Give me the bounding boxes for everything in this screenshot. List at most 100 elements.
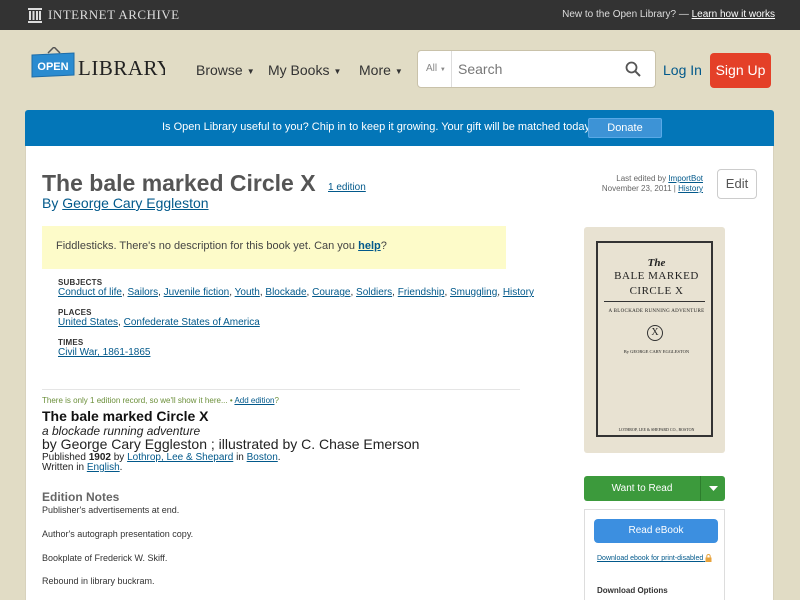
subject-link[interactable]: Sailors [128, 287, 159, 298]
nav-browse[interactable]: Browse ▼ [196, 62, 255, 78]
logo-open-text: OPEN [37, 61, 68, 73]
cover-subtitle: A BLOCKADE RUNNING ADVENTURE [608, 309, 705, 314]
section-divider [42, 389, 520, 390]
no-description-text: Fiddlesticks. There's no description for… [56, 240, 359, 252]
want-to-read-label: Want to Read [611, 483, 673, 494]
logo-library-text: LIBRARY [78, 56, 165, 80]
nav-more[interactable]: More ▼ [359, 62, 403, 78]
author-link[interactable]: George Cary Eggleston [62, 195, 208, 211]
search-input[interactable] [458, 51, 618, 87]
chevron-down-icon: ▼ [246, 66, 255, 76]
subject-link[interactable]: Blockade [265, 287, 306, 298]
place-link[interactable]: Confederate States of America [124, 317, 260, 328]
edition-note: Bookplate of Frederick W. Skiff. [42, 553, 168, 563]
download-print-disabled-link[interactable]: Download ebook for print-disabled [597, 554, 712, 562]
language-link[interactable]: English [87, 462, 120, 473]
new-user-text: New to the Open Library? — [562, 9, 692, 20]
archive-building-icon [28, 7, 42, 23]
subject-link[interactable]: History [503, 287, 534, 298]
search-box: All ▼ [417, 50, 656, 88]
edition-title: The bale marked Circle X [42, 408, 209, 424]
read-ebook-button[interactable]: Read eBook [594, 519, 718, 543]
cover-the: The [647, 257, 666, 269]
book-page-content: The bale marked Circle X 1 edition By Ge… [25, 146, 774, 600]
search-icon[interactable] [625, 61, 641, 77]
book-title: The bale marked Circle X [42, 170, 316, 196]
new-user-notice: New to the Open Library? — Learn how it … [562, 9, 775, 20]
edition-note: Author's autograph presentation copy. [42, 529, 194, 539]
cover-author: By GEORGE CARY EGGLESTON [623, 349, 690, 354]
login-link[interactable]: Log In [663, 62, 702, 78]
internet-archive-logo[interactable]: INTERNET ARCHIVE [28, 7, 180, 23]
download-print-disabled-label: Download ebook for print-disabled [597, 554, 704, 562]
place-link[interactable]: United States [58, 317, 118, 328]
edition-notes-heading: Edition Notes [42, 490, 120, 504]
donate-button[interactable]: Donate [588, 118, 662, 138]
search-category-select[interactable]: All ▼ [418, 51, 452, 87]
signup-button[interactable]: Sign Up [710, 53, 771, 88]
subjects-list: Conduct of life, Sailors, Juvenile ficti… [58, 287, 534, 298]
publisher-link[interactable]: Lothrop, Lee & Shepard [127, 452, 233, 463]
caret-down-icon [709, 486, 718, 491]
nav-more-label: More [359, 62, 391, 78]
donation-banner: Is Open Library useful to you? Chip in t… [25, 110, 774, 146]
edit-button[interactable]: Edit [717, 169, 757, 199]
history-link[interactable]: History [678, 184, 703, 193]
internet-archive-bar: INTERNET ARCHIVE New to the Open Library… [0, 0, 800, 30]
single-edition-notice: There is only 1 edition record, so we'll… [42, 396, 279, 405]
last-edited-date: November 23, 2011 [601, 184, 672, 193]
subject-link[interactable]: Youth [235, 287, 260, 298]
subjects-section: SUBJECTS Conduct of life, Sailors, Juven… [58, 278, 534, 299]
learn-how-link[interactable]: Learn how it works [692, 9, 775, 20]
search-category-label: All [426, 63, 438, 74]
subject-link[interactable]: Smuggling [450, 287, 497, 298]
by-label: By [42, 195, 59, 211]
single-edition-text: There is only 1 edition record, so we'll… [42, 396, 228, 405]
chevron-down-icon: ▼ [439, 67, 446, 73]
chevron-down-icon: ▼ [333, 66, 342, 76]
places-section: PLACES United States, Confederate States… [58, 308, 260, 329]
edition-note: Publisher's advertisements at end. [42, 505, 180, 515]
nav-my-books[interactable]: My Books ▼ [268, 62, 341, 78]
last-edited-label: Last edited by [616, 174, 667, 183]
cover-title-line1: BALE MARKED [614, 270, 699, 282]
cover-rule [604, 301, 705, 302]
subject-link[interactable]: Friendship [398, 287, 445, 298]
add-edition-link[interactable]: Add edition [234, 396, 274, 405]
last-edited-info: Last edited by ImportBot November 23, 20… [601, 174, 703, 193]
internet-archive-text: INTERNET ARCHIVE [48, 7, 180, 22]
written-in-label: Written in [42, 462, 85, 473]
places-heading: PLACES [58, 308, 92, 317]
nav-my-books-label: My Books [268, 62, 330, 78]
times-heading: TIMES [58, 338, 84, 347]
donation-text: Is Open Library useful to you? Chip in t… [162, 121, 594, 133]
want-to-read-button[interactable]: Want to Read [584, 476, 725, 501]
published-in-label: in [236, 452, 244, 463]
last-edited-by-link[interactable]: ImportBot [668, 174, 703, 183]
subject-link[interactable]: Courage [312, 287, 350, 298]
places-list: United States, Confederate States of Ame… [58, 317, 260, 328]
publish-place-link[interactable]: Boston [247, 452, 278, 463]
author-line: By George Cary Eggleston [42, 195, 209, 211]
site-header: OPEN LIBRARY Browse ▼ My Books ▼ More ▼ All… [0, 30, 800, 110]
edition-count-link[interactable]: 1 edition [328, 182, 366, 193]
subject-link[interactable]: Juvenile fiction [164, 287, 230, 298]
book-cover[interactable]: The BALE MARKED CIRCLE X A BLOCKADE RUNN… [584, 227, 725, 453]
subjects-heading: SUBJECTS [58, 278, 103, 287]
cover-frame: The BALE MARKED CIRCLE X A BLOCKADE RUNN… [596, 241, 713, 437]
read-panel: Read eBook Download ebook for print-disa… [584, 509, 725, 600]
nav-browse-label: Browse [196, 62, 243, 78]
open-library-logo[interactable]: OPEN LIBRARY [30, 47, 165, 89]
times-list: Civil War, 1861-1865 [58, 347, 150, 359]
subject-link[interactable]: Conduct of life [58, 287, 122, 298]
circle-x-emblem: X [647, 325, 663, 341]
edition-language: Written in English. [42, 462, 123, 473]
subject-link[interactable]: Soldiers [356, 287, 392, 298]
time-link[interactable]: Civil War, 1861-1865 [58, 347, 150, 358]
edition-note: Rebound in library buckram. [42, 576, 155, 586]
help-link[interactable]: help [358, 240, 381, 252]
reading-log-dropdown[interactable] [700, 476, 725, 501]
times-section: TIMES Civil War, 1861-1865 [58, 338, 150, 359]
lock-icon [705, 554, 712, 562]
cover-title-line2: CIRCLE X [629, 285, 684, 297]
